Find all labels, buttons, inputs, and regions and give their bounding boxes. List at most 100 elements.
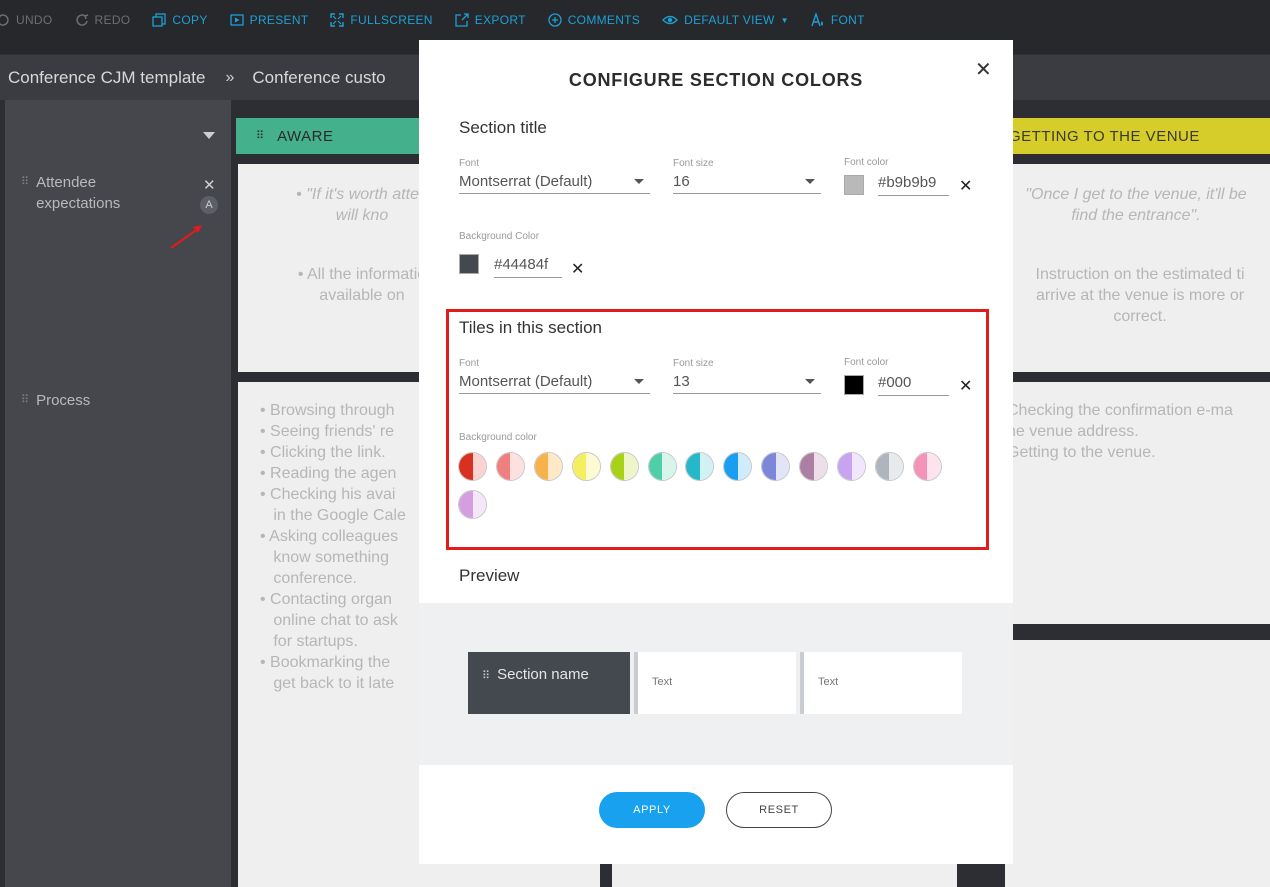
tile-venue-expectations[interactable]: "Once I get to the venue, it'll be find t…	[1005, 164, 1270, 372]
section-title-font-color-swatch[interactable]	[844, 175, 864, 195]
tile-venue-extra[interactable]	[1005, 640, 1270, 887]
chevron-down-icon	[634, 379, 644, 384]
copy-icon	[152, 13, 167, 27]
section-title-bg-color-swatch[interactable]	[459, 254, 479, 274]
row-label-text: Attendee expectations	[36, 174, 121, 212]
color-chip-salmon[interactable]	[495, 452, 525, 481]
clear-bg-color-icon[interactable]: ✕	[571, 259, 584, 279]
preview-heading: Preview	[459, 566, 520, 585]
column-header-getting-to-venue[interactable]: GETTING TO THE VENUE	[1005, 118, 1270, 154]
present-button[interactable]: PRESENT	[229, 12, 309, 28]
tile-text: Contacting organ	[270, 591, 392, 608]
close-icon[interactable]: ✕	[203, 176, 216, 194]
tile-text: will kno	[335, 207, 389, 224]
tile-text: Reading the agen	[270, 465, 397, 482]
clear-font-color-icon[interactable]: ✕	[959, 176, 972, 196]
select-value: Montserrat (Default)	[459, 173, 593, 190]
background-color-label: Background color	[459, 432, 537, 443]
color-chip-pink[interactable]	[912, 452, 942, 481]
font-label: FONT	[830, 13, 865, 27]
font-button[interactable]: FONT	[811, 12, 865, 28]
tile-text: online chat to ask	[273, 612, 398, 629]
column-header-aware[interactable]: ⠿ AWARE	[236, 118, 436, 154]
preview-tile-text: Text	[652, 676, 673, 688]
tile-text: "If it's worth atten	[306, 186, 428, 203]
breadcrumb-project[interactable]: Conference CJM template	[8, 68, 205, 88]
default-view-label: DEFAULT VIEW	[684, 13, 775, 27]
tile-text: for startups.	[273, 633, 358, 650]
comments-button[interactable]: COMMENTS	[548, 12, 640, 28]
drag-handle-icon[interactable]: ⠿	[21, 390, 29, 411]
tiles-font-size-select[interactable]: 13	[673, 370, 821, 394]
present-icon	[229, 14, 244, 26]
row-label-text: Process	[36, 392, 91, 409]
color-chip-yellow[interactable]	[571, 452, 601, 481]
select-value: 16	[673, 173, 690, 190]
preview-tile-text: Text	[818, 676, 839, 688]
tile-aware-expectations[interactable]: • "If it's worth atten will kno • All the…	[238, 164, 438, 372]
tile-text: correct.	[1113, 308, 1167, 325]
font-label: Font	[459, 358, 480, 369]
tile-text: available on	[319, 287, 405, 304]
font-size-label: Font size	[673, 358, 714, 369]
copy-label: COPY	[172, 13, 208, 27]
comments-icon	[548, 13, 562, 27]
color-chip-red[interactable]	[458, 452, 487, 481]
font-icon	[811, 13, 823, 27]
copy-button[interactable]: COPY	[152, 12, 207, 28]
tile-text: find the entrance".	[1071, 207, 1201, 224]
color-chip-periwinkle[interactable]	[761, 452, 791, 481]
drag-handle-icon[interactable]: ⠿	[21, 172, 29, 214]
tile-text: Clicking the link.	[270, 444, 386, 461]
color-chip-gray[interactable]	[874, 452, 904, 481]
drag-handle-icon: ⠿	[482, 670, 490, 682]
select-value: Montserrat (Default)	[459, 373, 593, 390]
color-chip-mint[interactable]	[647, 452, 677, 481]
tile-text: Getting to the venue.	[1007, 444, 1156, 461]
input-value: #000	[878, 374, 912, 391]
apply-button[interactable]: APPLY	[599, 792, 705, 828]
drag-handle-icon[interactable]: ⠿	[256, 126, 264, 147]
tile-venue-process[interactable]: Checking the confirmation e-ma he venue …	[1005, 382, 1270, 624]
tiles-font-color-input[interactable]: #000	[878, 370, 949, 396]
fullscreen-button[interactable]: FULLSCREEN	[330, 12, 432, 28]
section-title-font-select[interactable]: Montserrat (Default)	[459, 170, 650, 194]
select-value: 13	[673, 373, 690, 390]
row-label-attendee-expectations[interactable]: ⠿ Attendee expectations	[21, 172, 146, 214]
input-value: #44484f	[494, 256, 549, 273]
color-chip-mauve[interactable]	[799, 452, 829, 481]
section-title-font-color-input[interactable]: #b9b9b9	[878, 170, 949, 196]
color-chip-lime[interactable]	[609, 452, 639, 481]
tile-text: Seeing friends' re	[270, 423, 395, 440]
font-color-icon[interactable]: A	[200, 196, 218, 214]
default-view-button[interactable]: DEFAULT VIEW ▼	[662, 12, 789, 28]
color-chip-orchid[interactable]	[458, 490, 487, 519]
tile-text: arrive at the venue is more or	[1035, 287, 1245, 304]
export-icon	[455, 13, 469, 27]
redo-button[interactable]: REDO	[75, 12, 131, 28]
color-chip-blue[interactable]	[723, 452, 753, 481]
collapse-triangle-icon[interactable]	[203, 132, 215, 139]
clear-tiles-font-color-icon[interactable]: ✕	[959, 376, 972, 396]
column-header-label: AWARE	[277, 127, 334, 145]
tile-text: in the Google Cale	[273, 507, 406, 524]
breadcrumb-map[interactable]: Conference custo	[252, 68, 385, 88]
column-header-label: GETTING TO THE VENUE	[1009, 127, 1200, 145]
reset-button[interactable]: RESET	[726, 792, 832, 828]
tile-text: Browsing through	[270, 402, 395, 419]
tiles-font-select[interactable]: Montserrat (Default)	[459, 370, 650, 394]
tiles-font-color-swatch[interactable]	[844, 375, 864, 395]
color-chip-orange[interactable]	[533, 452, 563, 481]
color-chip-lavender[interactable]	[837, 452, 866, 481]
close-icon[interactable]: ✕	[975, 57, 992, 82]
annotation-highlight-box	[446, 309, 989, 550]
undo-label: UNDO	[16, 13, 53, 27]
preview-tile: Text	[800, 652, 962, 714]
section-title-bg-color-input[interactable]: #44484f	[494, 252, 562, 278]
undo-button[interactable]: UNDO	[0, 12, 53, 28]
export-button[interactable]: EXPORT	[455, 12, 526, 28]
row-label-process[interactable]: ⠿ Process	[21, 390, 90, 411]
color-chip-teal[interactable]	[685, 452, 715, 481]
section-title-font-size-select[interactable]: 16	[673, 170, 821, 194]
background-color-label: Background Color	[459, 231, 540, 242]
